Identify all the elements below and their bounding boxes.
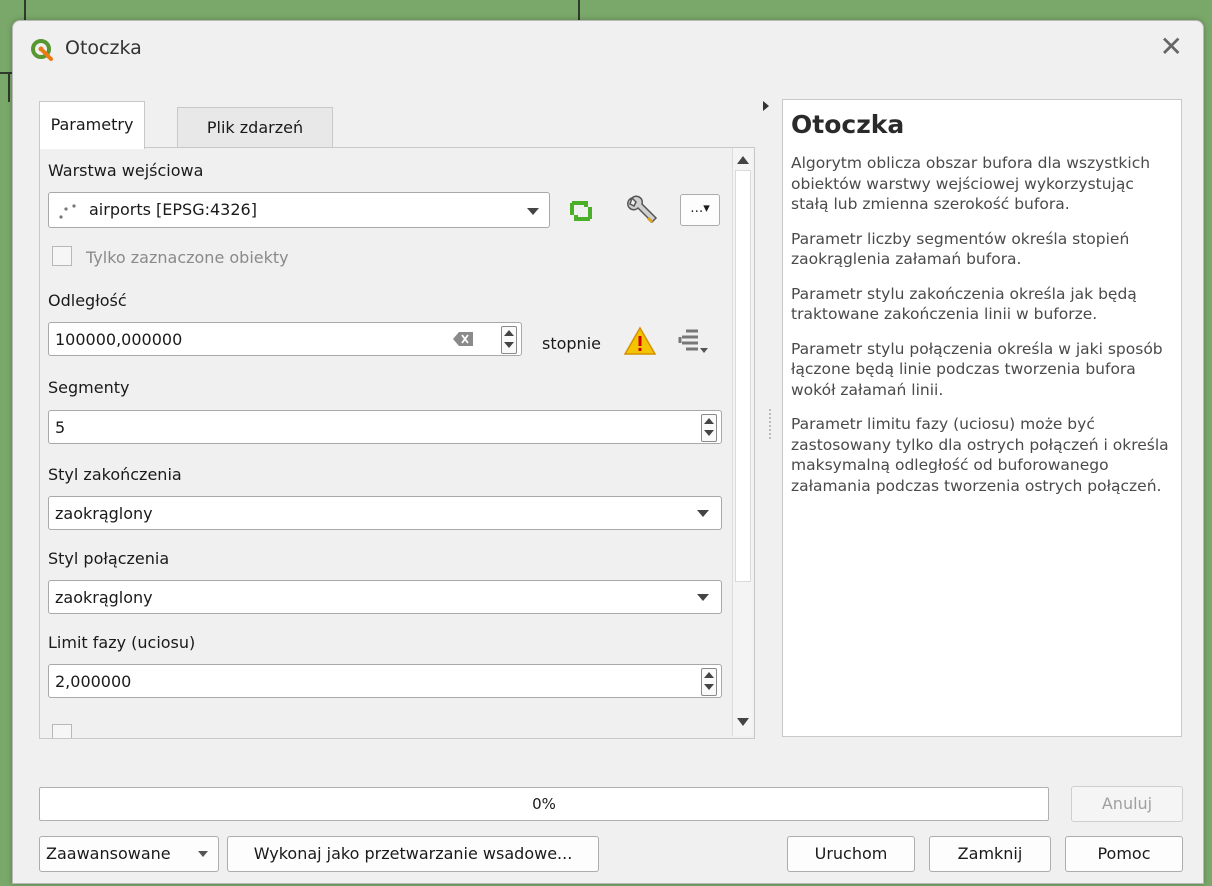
window-title: Otoczka — [65, 37, 142, 59]
warning-icon — [624, 326, 656, 355]
input-layer-combo[interactable]: airports [EPSG:4326] — [48, 192, 550, 228]
distance-input[interactable]: 100000,000000 — [48, 322, 522, 356]
parameters-panel: Warstwa wejściowa airports [EPSG:4326] …… — [39, 147, 755, 739]
miter-limit-label: Limit fazy (uciosu) — [48, 633, 196, 652]
help-paragraph: Parametr liczby segmentów określa stopie… — [791, 229, 1130, 269]
distance-label: Odległość — [48, 291, 127, 310]
map-line — [24, 0, 26, 20]
help-button[interactable]: Pomoc — [1065, 836, 1183, 872]
run-button[interactable]: Uruchom — [787, 836, 915, 872]
map-line — [578, 0, 580, 20]
join-style-label: Styl połączenia — [48, 549, 170, 568]
distance-spinner[interactable] — [501, 326, 517, 354]
scrollbar-thumb[interactable] — [735, 170, 751, 582]
map-line — [8, 72, 10, 102]
batch-process-button[interactable]: Wykonaj jako przetwarzanie wsadowe... — [227, 836, 599, 872]
selected-only-label: Tylko zaznaczone obiekty — [86, 248, 289, 267]
selected-only-checkbox[interactable] — [52, 246, 72, 266]
help-panel: Otoczka Algorytm oblicza obszar bufora d… — [782, 99, 1182, 737]
end-cap-select[interactable]: zaokrąglony — [48, 496, 722, 530]
map-line — [0, 72, 12, 74]
close-icon[interactable]: ✕ — [1160, 33, 1183, 61]
segments-value: 5 — [55, 418, 66, 437]
segments-spinner[interactable] — [701, 414, 717, 442]
help-title: Otoczka — [791, 110, 905, 139]
join-style-select[interactable]: zaokrąglony — [48, 580, 722, 614]
end-cap-value: zaokrąglony — [55, 504, 153, 523]
segments-input[interactable]: 5 — [48, 410, 722, 444]
partial-checkbox[interactable] — [52, 724, 72, 738]
cancel-button[interactable]: Anuluj — [1071, 786, 1183, 822]
help-paragraph: Algorytm oblicza obszar bufora dla wszys… — [791, 154, 1151, 213]
close-button[interactable]: Zamknij — [929, 836, 1051, 872]
collapse-arrow-icon[interactable] — [763, 101, 769, 111]
data-defined-override-icon[interactable] — [676, 328, 710, 356]
iterate-icon[interactable] — [566, 198, 596, 224]
more-options-button[interactable]: …▾ — [680, 194, 720, 226]
tab-log[interactable]: Plik zdarzeń — [177, 107, 333, 147]
join-style-value: zaokrąglony — [55, 588, 153, 607]
help-paragraph: Parametr stylu połączenia określa w jaki… — [791, 339, 1163, 399]
wrench-icon[interactable] — [624, 192, 660, 228]
progress-text: 0% — [532, 795, 556, 813]
segments-label: Segmenty — [48, 378, 130, 397]
input-layer-value: airports [EPSG:4326] — [89, 200, 257, 219]
miter-limit-value: 2,000000 — [55, 672, 132, 691]
qgis-logo-icon — [31, 39, 53, 61]
distance-unit: stopnie — [542, 334, 601, 353]
advanced-label: Zaawansowane — [46, 844, 171, 863]
chevron-down-icon — [527, 208, 539, 215]
help-paragraph: Parametr stylu zakończenia określa jak b… — [791, 284, 1137, 324]
chevron-down-icon — [198, 851, 208, 857]
distance-value: 100000,000000 — [55, 330, 183, 349]
vertical-scrollbar[interactable] — [732, 148, 753, 736]
tab-parameters[interactable]: Parametry — [39, 101, 145, 149]
chevron-down-icon — [697, 594, 709, 601]
chevron-down-icon — [697, 510, 709, 517]
point-layer-icon — [59, 204, 76, 219]
clear-icon[interactable] — [453, 332, 473, 346]
splitter-handle[interactable] — [769, 409, 773, 439]
scroll-up-icon[interactable] — [737, 156, 749, 164]
help-paragraph: Parametr limitu fazy (uciosu) może być z… — [791, 415, 1169, 495]
progress-bar: 0% — [39, 787, 1049, 821]
input-layer-label: Warstwa wejściowa — [48, 161, 204, 180]
title-bar: Otoczka ✕ — [13, 21, 1203, 79]
end-cap-label: Styl zakończenia — [48, 465, 182, 484]
miter-limit-spinner[interactable] — [701, 668, 717, 696]
dialog-window: Otoczka ✕ Parametry Plik zdarzeń Warstwa… — [12, 20, 1204, 884]
miter-limit-input[interactable]: 2,000000 — [48, 664, 722, 698]
scroll-down-icon[interactable] — [737, 718, 749, 726]
advanced-button[interactable]: Zaawansowane — [39, 836, 219, 872]
